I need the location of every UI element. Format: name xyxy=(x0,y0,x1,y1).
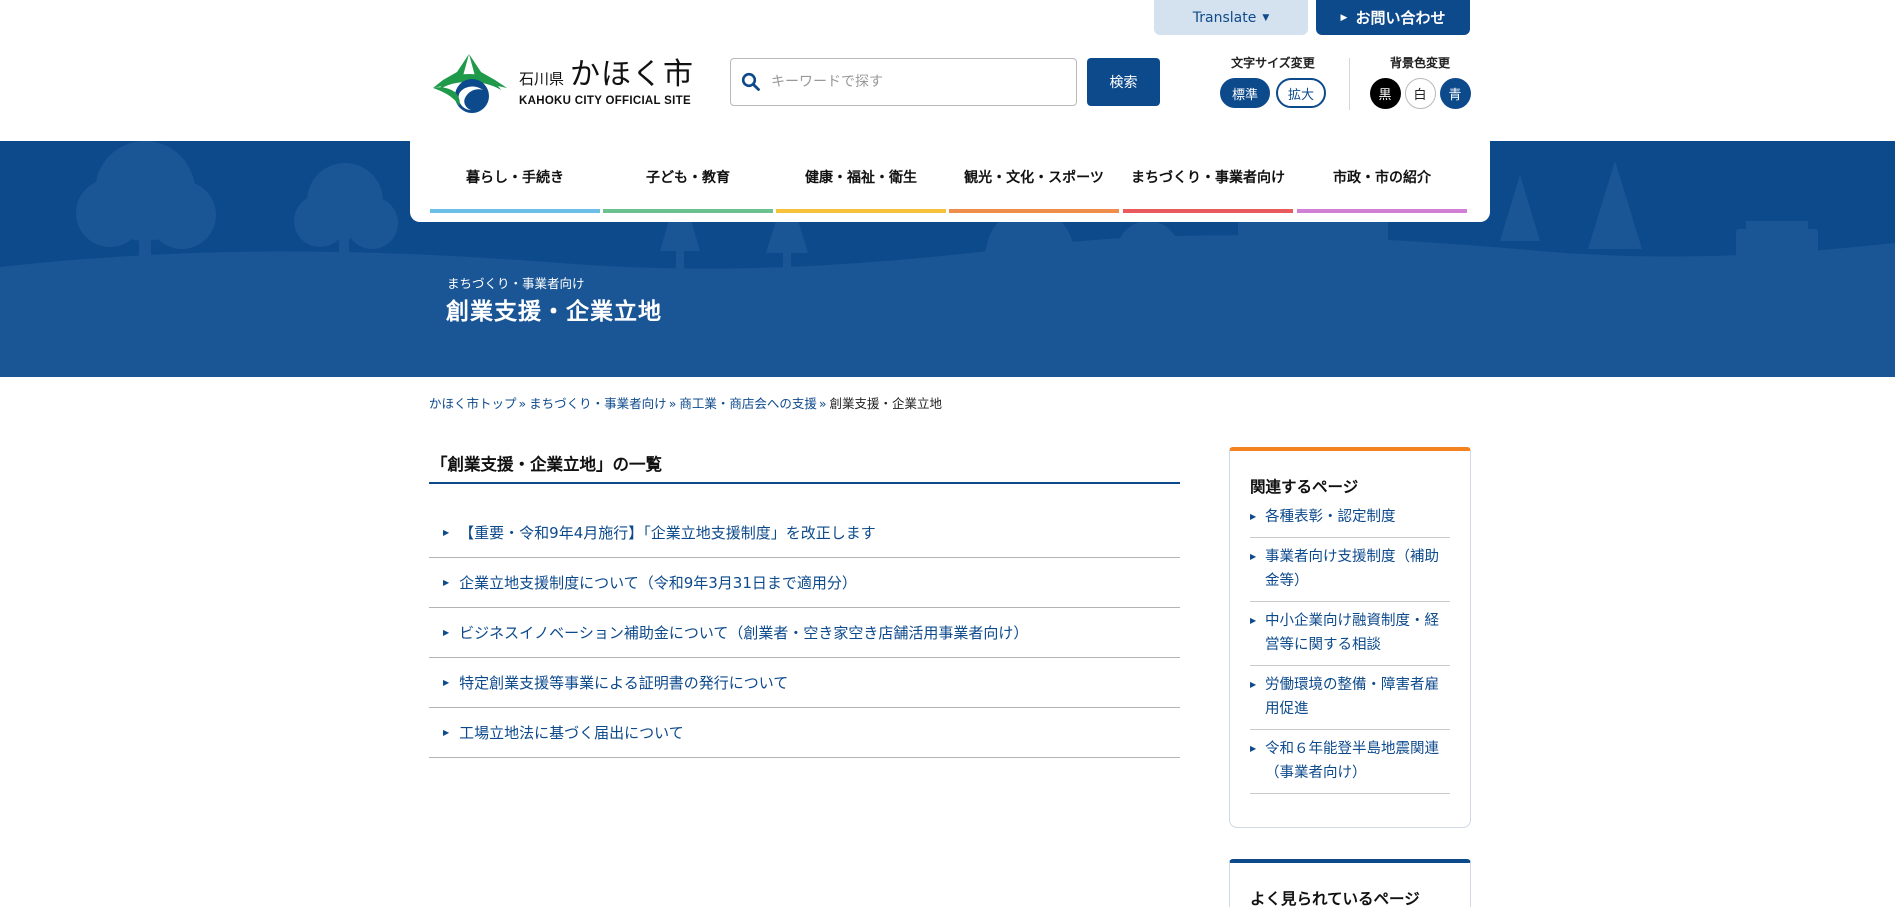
font-size-large-button[interactable]: 拡大 xyxy=(1276,78,1326,108)
nav-color-bar xyxy=(1297,209,1467,213)
nav-color-bar xyxy=(603,209,773,213)
bg-blue-button[interactable]: 青 xyxy=(1439,78,1471,109)
breadcrumb-current: 創業支援・企業立地 xyxy=(829,396,943,411)
logo-text: 石川県 かほく市 KAHOKU CITY OFFICIAL SITE xyxy=(519,56,695,107)
logo-subtitle: KAHOKU CITY OFFICIAL SITE xyxy=(519,94,691,107)
nav-color-bar xyxy=(430,209,600,213)
related-link[interactable]: ▶ 令和６年能登半島地震関連（事業者向け） xyxy=(1250,730,1450,794)
nav-label: 観光・文化・スポーツ xyxy=(964,170,1104,186)
list-item[interactable]: ▶ 特定創業支援等事業による証明書の発行について xyxy=(429,658,1180,708)
font-size-switcher: 文字サイズ変更 標準 拡大 xyxy=(1218,54,1328,108)
nav-label: 子ども・教育 xyxy=(646,170,730,186)
triangle-right-icon: ▶ xyxy=(1250,744,1257,753)
list-item-link[interactable]: 特定創業支援等事業による証明書の発行について xyxy=(459,672,788,693)
nav-living[interactable]: 暮らし・手続き xyxy=(430,141,600,213)
contact-label: お問い合わせ xyxy=(1355,9,1446,27)
page-link-list: ▶ 【重要・令和9年4月施行】「企業立地支援制度」を改正します ▶ 企業立地支援制度… xyxy=(429,508,1180,758)
nav-label: 暮らし・手続き xyxy=(466,170,564,186)
related-link[interactable]: ▶ 各種表彰・認定制度 xyxy=(1250,505,1450,538)
related-link-label[interactable]: 労働環境の整備・障害者雇用促進 xyxy=(1265,677,1439,717)
breadcrumb: かほく市トップ» まちづくり・事業者向け» 商工業・商店会への支援» 創業支援・企業立… xyxy=(429,393,942,412)
contact-button[interactable]: ▶ お問い合わせ xyxy=(1316,0,1470,35)
breadcrumb-separator: » xyxy=(668,396,677,411)
triangle-right-icon: ▶ xyxy=(443,728,450,737)
triangle-right-icon: ▶ xyxy=(443,628,450,637)
breadcrumb-separator: » xyxy=(518,396,527,411)
background-color-switcher: 背景色変更 黒 白 青 xyxy=(1368,54,1472,109)
font-size-title: 文字サイズ変更 xyxy=(1231,56,1315,70)
list-heading: 「創業支援・企業立地」の一覧 xyxy=(429,449,1180,484)
list-item-link[interactable]: 工場立地法に基づく届出について xyxy=(459,722,684,743)
related-link[interactable]: ▶ 中小企業向け融資制度・経営等に関する相談 xyxy=(1250,602,1450,666)
list-item[interactable]: ▶ ビジネスイノベーション補助金について（創業者・空き家空き店舗活用事業者向け） xyxy=(429,608,1180,658)
triangle-right-icon: ▶ xyxy=(443,678,450,687)
breadcrumb-link[interactable]: 商工業・商店会への支援 xyxy=(679,396,817,411)
list-item[interactable]: ▶ 企業立地支援制度について（令和9年3月31日まで適用分） xyxy=(429,558,1180,608)
nav-tourism[interactable]: 観光・文化・スポーツ xyxy=(949,141,1119,213)
search-icon xyxy=(741,72,760,91)
popular-pages-title: よく見られているページ xyxy=(1250,890,1420,907)
logo-city-name: かほく市 xyxy=(570,56,695,92)
nav-color-bar xyxy=(949,209,1119,213)
list-item-link[interactable]: 【重要・令和9年4月施行】「企業立地支援制度」を改正します xyxy=(459,522,876,543)
nav-color-bar xyxy=(776,209,946,213)
search-input[interactable] xyxy=(771,67,1061,97)
caret-down-icon: ▼ xyxy=(1262,12,1270,23)
logo-prefecture: 石川県 xyxy=(519,69,565,88)
triangle-right-icon: ▶ xyxy=(1250,616,1257,625)
translate-label: Translate xyxy=(1192,9,1257,26)
list-item[interactable]: ▶ 【重要・令和9年4月施行】「企業立地支援制度」を改正します xyxy=(429,508,1180,558)
related-pages-title: 関連するページ xyxy=(1250,478,1359,496)
related-link-label[interactable]: 事業者向け支援制度（補助金等） xyxy=(1265,549,1439,589)
triangle-right-icon: ▶ xyxy=(443,528,450,537)
nav-label: まちづくり・事業者向け xyxy=(1131,170,1285,186)
triangle-right-icon: ▶ xyxy=(443,578,450,587)
bg-black-button[interactable]: 黒 xyxy=(1369,78,1401,109)
arrow-right-icon: ▶ xyxy=(1340,12,1348,23)
page-title: 創業支援・企業立地 xyxy=(446,299,662,325)
related-link-label[interactable]: 令和６年能登半島地震関連（事業者向け） xyxy=(1265,741,1439,781)
related-pages-panel: 関連するページ ▶ 各種表彰・認定制度 ▶ 事業者向け支援制度（補助金等） ▶ 中小企… xyxy=(1229,447,1471,828)
list-item-link[interactable]: 企業立地支援制度について（令和9年3月31日まで適用分） xyxy=(459,572,857,593)
breadcrumb-link[interactable]: まちづくり・事業者向け xyxy=(529,396,667,411)
triangle-right-icon: ▶ xyxy=(1250,680,1257,689)
hero-category: まちづくり・事業者向け xyxy=(447,276,585,291)
search-box xyxy=(730,58,1077,106)
related-link-label[interactable]: 中小企業向け融資制度・経営等に関する相談 xyxy=(1265,613,1439,653)
nav-label: 市政・市の紹介 xyxy=(1333,170,1431,186)
related-link[interactable]: ▶ 事業者向け支援制度（補助金等） xyxy=(1250,538,1450,602)
list-item[interactable]: ▶ 工場立地法に基づく届出について xyxy=(429,708,1180,758)
related-link[interactable]: ▶ 労働環境の整備・障害者雇用促進 xyxy=(1250,666,1450,730)
header-divider xyxy=(1349,58,1350,110)
breadcrumb-separator: » xyxy=(818,396,827,411)
nav-health[interactable]: 健康・福祉・衛生 xyxy=(776,141,946,213)
background-color-title: 背景色変更 xyxy=(1389,56,1450,70)
search-button[interactable]: 検索 xyxy=(1087,58,1160,106)
nav-color-bar xyxy=(1123,209,1293,213)
nav-label: 健康・福祉・衛生 xyxy=(805,170,917,186)
nav-business[interactable]: まちづくり・事業者向け xyxy=(1123,141,1293,213)
breadcrumb-link[interactable]: かほく市トップ xyxy=(429,396,517,411)
triangle-right-icon: ▶ xyxy=(1250,552,1257,561)
popular-pages-panel: よく見られているページ xyxy=(1229,859,1471,907)
global-navigation: 暮らし・手続き 子ども・教育 健康・福祉・衛生 観光・文化・スポーツ まちづくり… xyxy=(410,141,1490,222)
related-link-label[interactable]: 各種表彰・認定制度 xyxy=(1265,509,1396,525)
list-item-link[interactable]: ビジネスイノベーション補助金について（創業者・空き家空き店舗活用事業者向け） xyxy=(459,622,1028,643)
nav-city-government[interactable]: 市政・市の紹介 xyxy=(1297,141,1467,213)
font-size-standard-button[interactable]: 標準 xyxy=(1220,78,1270,108)
translate-button[interactable]: Translate ▼ xyxy=(1154,0,1308,35)
city-emblem-icon xyxy=(433,54,507,113)
bg-white-button[interactable]: 白 xyxy=(1404,78,1436,109)
site-logo[interactable]: 石川県 かほく市 KAHOKU CITY OFFICIAL SITE xyxy=(429,50,699,116)
triangle-right-icon: ▶ xyxy=(1250,512,1257,521)
nav-children[interactable]: 子ども・教育 xyxy=(603,141,773,213)
